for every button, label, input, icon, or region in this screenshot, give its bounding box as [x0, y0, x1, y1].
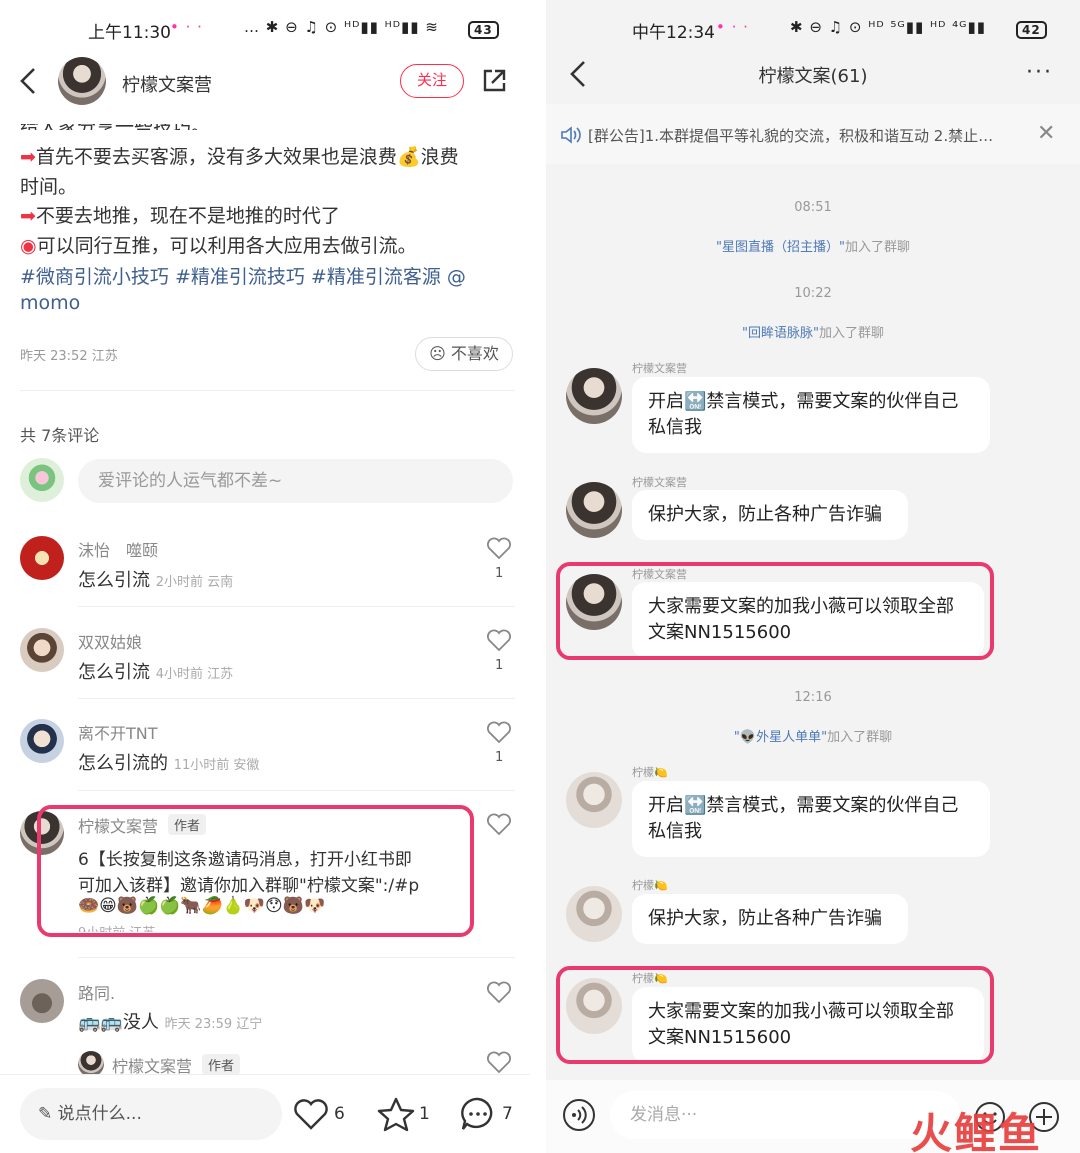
comment-entry[interactable]: ✎ 说点什么...	[20, 1088, 282, 1140]
comment-total: 7	[502, 1104, 513, 1124]
highlight-box	[556, 562, 994, 660]
timestamp: 08:51	[794, 200, 832, 215]
sender-name: 柠檬文案营	[632, 362, 687, 375]
comment-input[interactable]: 爱评论的人运气都不差~	[78, 459, 513, 503]
notice-text: [群公告]1.本群提倡平等礼貌的交流，积极和谐互动 2.禁止…	[588, 127, 994, 145]
sushi-icon: ◉	[20, 235, 37, 257]
sender-name: 柠檬🍋	[632, 879, 668, 892]
highlight-box	[556, 966, 994, 1064]
more-icon[interactable]: ···	[1026, 60, 1053, 85]
commenter-name[interactable]: 双双姑娘	[78, 629, 142, 653]
status-time: 上午11:30	[88, 23, 171, 43]
like-count: 1	[495, 750, 504, 765]
notification-dots: • · ·	[170, 18, 203, 36]
speaker-icon	[561, 126, 581, 144]
chat-title: 柠檬文案(61)	[758, 66, 868, 87]
commenter-name[interactable]: 路同.	[78, 980, 115, 1004]
notification-dots: • · ·	[716, 18, 749, 36]
like-icon[interactable]	[486, 720, 512, 744]
sender-avatar[interactable]	[566, 772, 622, 828]
author-badge: 作者	[202, 1054, 241, 1075]
like-icon[interactable]	[486, 536, 512, 560]
my-avatar	[20, 458, 64, 502]
divider	[78, 790, 515, 791]
comment-icon[interactable]	[459, 1096, 497, 1132]
money-bag-icon: 💰	[396, 146, 421, 168]
post-tags[interactable]: #微商引流小技巧 #精准引流技巧 #精准引流客源 @	[20, 262, 466, 289]
comment-text: 🚌🚌没人 昨天 23:59 辽宁	[78, 1012, 263, 1033]
divider	[78, 606, 515, 607]
message-bubble[interactable]: 保护大家，防止各种广告诈骗	[632, 894, 908, 944]
post-line: 时间。	[20, 176, 78, 198]
message-bubble[interactable]: 开启🔛禁言模式，需要文案的伙伴自己 私信我	[632, 377, 990, 453]
like-total: 6	[334, 1104, 345, 1124]
post-line: ◉可以同行互推，可以利用各大应用去做引流。	[20, 235, 417, 257]
like-icon[interactable]	[486, 1050, 512, 1074]
sender-avatar[interactable]	[566, 886, 622, 942]
author-name[interactable]: 柠檬文案营	[122, 71, 212, 97]
panel-gap	[530, 0, 546, 1153]
like-icon[interactable]	[486, 628, 512, 652]
xiaohongshu-post-screen: 上午11:30 • · · … ✱ ⊖ ♫ ⊙ ᴴᴰ▮▮ ᴴᴰ▮▮ ≋ 43 柠…	[0, 0, 545, 1153]
like-icon[interactable]	[486, 812, 512, 836]
screenshot-composite: 上午11:30 • · · … ✱ ⊖ ♫ ⊙ ᴴᴰ▮▮ ᴴᴰ▮▮ ≋ 43 柠…	[0, 0, 1080, 1153]
timestamp: 12:16	[794, 690, 832, 705]
author-avatar[interactable]	[58, 57, 106, 105]
frown-icon: ☹	[429, 344, 446, 363]
pointing-icon: ➡	[20, 146, 36, 168]
commenter-name[interactable]: 沫怡 噬颐	[78, 537, 158, 561]
join-notice: "回眸语脉脉"加入了群聊	[742, 326, 884, 341]
like-count: 1	[495, 566, 504, 581]
divider	[20, 390, 515, 391]
message-input[interactable]: 发消息···	[610, 1091, 960, 1139]
sender-avatar[interactable]	[566, 368, 622, 424]
dislike-button[interactable]: ☹ 不喜欢	[415, 337, 513, 371]
message-bubble[interactable]: 保护大家，防止各种广告诈骗	[632, 490, 908, 540]
group-chat-screen: 中午12:34 • · · ✱ ⊖ ♫ ⊙ ᴴᴰ ⁵ᴳ▮▮ ᴴᴰ ⁴ᴳ▮▮ 42…	[546, 0, 1080, 1153]
like-count: 1	[495, 658, 504, 673]
sender-avatar[interactable]	[566, 482, 622, 538]
pencil-icon: ✎	[38, 1104, 53, 1124]
join-notice: "星图直播（招主播）"加入了群聊	[716, 240, 910, 255]
like-icon[interactable]	[486, 980, 512, 1004]
battery-icon: 43	[468, 20, 499, 39]
back-icon[interactable]	[18, 66, 40, 96]
comment-text: 怎么引流 4小时前 江苏	[78, 662, 234, 683]
pointing-icon: ➡	[20, 205, 36, 227]
status-time: 中午12:34	[632, 23, 715, 43]
commenter-avatar[interactable]	[20, 979, 64, 1023]
follow-button[interactable]: 关注	[400, 64, 464, 98]
message-bubble[interactable]: 开启🔛禁言模式，需要文案的伙伴自己 私信我	[632, 781, 990, 857]
post-mention[interactable]: momo	[20, 292, 80, 314]
comment-text: 怎么引流 2小时前 云南	[78, 570, 234, 591]
highlight-box	[37, 805, 474, 937]
sender-name: 柠檬🍋	[632, 766, 668, 779]
timestamp: 10:22	[794, 286, 832, 301]
share-icon[interactable]	[480, 67, 508, 95]
commenter-name[interactable]: 离不开TNT	[78, 720, 158, 744]
star-icon[interactable]	[377, 1096, 415, 1132]
header-fade	[0, 112, 530, 124]
voice-icon[interactable]	[562, 1098, 596, 1132]
status-icons: ✱ ⊖ ♫ ⊙ ᴴᴰ ⁵ᴳ▮▮ ᴴᴰ ⁴ᴳ▮▮	[790, 18, 986, 36]
comment-text: 怎么引流的 11小时前 安徽	[78, 753, 260, 774]
sender-name: 柠檬文案营	[632, 476, 687, 489]
battery-icon: 42	[1016, 20, 1047, 39]
divider	[78, 957, 515, 958]
divider	[78, 698, 515, 699]
commenter-avatar[interactable]	[20, 628, 64, 672]
commenter-avatar[interactable]	[20, 719, 64, 763]
post-meta: 昨天 23:52 江苏	[20, 349, 118, 364]
watermark-logo: 火鲤鱼	[910, 1109, 1043, 1153]
join-notice: "👽外星人单单"加入了群聊	[733, 730, 893, 745]
star-total: 1	[419, 1104, 430, 1124]
comment-count: 共 7条评论	[20, 426, 100, 445]
post-line: ➡首先不要去买客源，没有多大效果也是浪费💰浪费	[20, 146, 459, 168]
status-icons: … ✱ ⊖ ♫ ⊙ ᴴᴰ▮▮ ᴴᴰ▮▮ ≋	[244, 18, 439, 36]
post-line: ➡不要去地推，现在不是地推的时代了	[20, 205, 340, 227]
commenter-avatar[interactable]	[20, 536, 64, 580]
close-icon[interactable]: ✕	[1037, 121, 1055, 146]
like-post-icon[interactable]	[293, 1097, 329, 1131]
